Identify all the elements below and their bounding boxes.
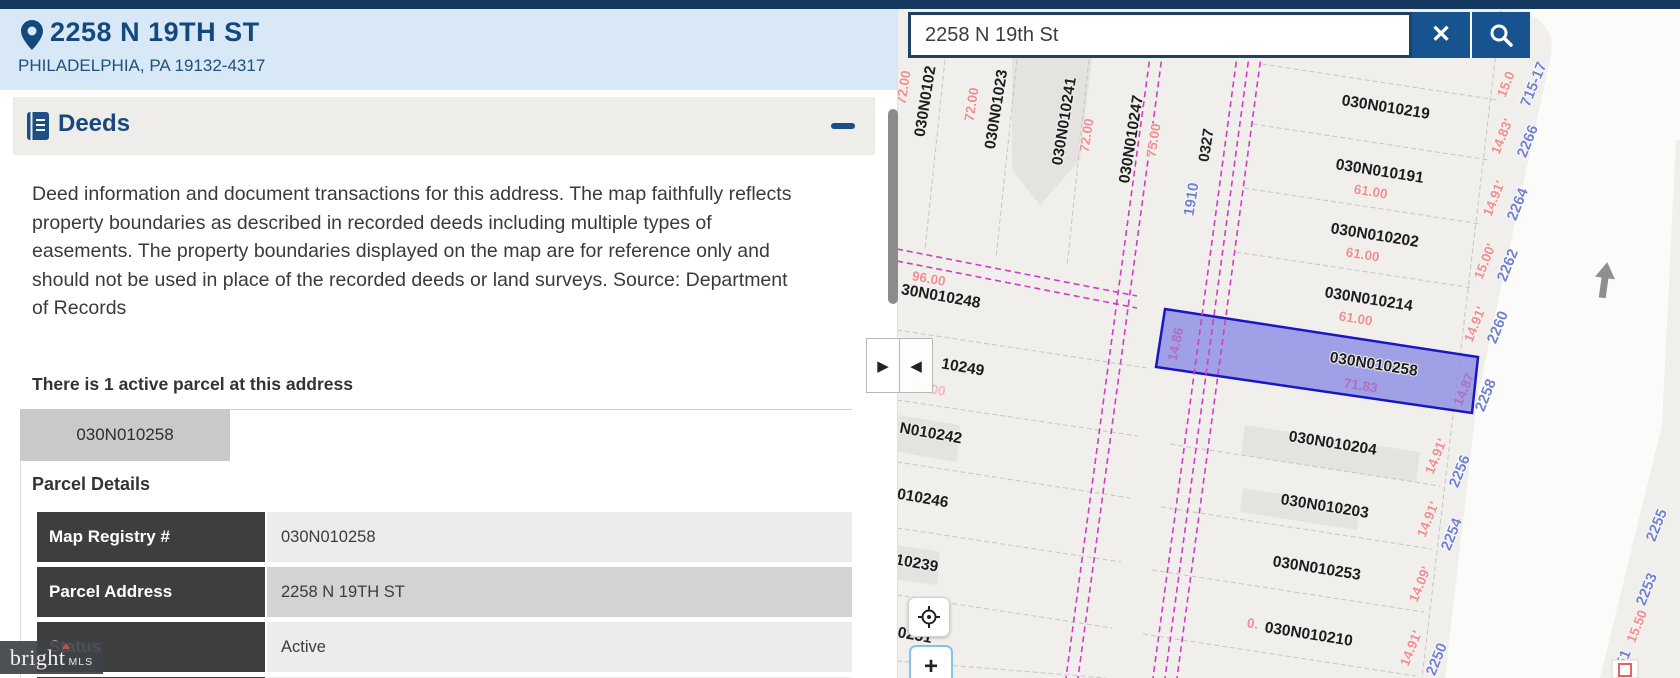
row-value: Active	[267, 622, 852, 672]
page-title: 2258 N 19TH ST	[50, 17, 260, 48]
brand-text: bright	[10, 645, 66, 671]
table-row: Map Registry # 030N010258	[37, 512, 852, 562]
details-panel: 2258 N 19TH ST PHILADELPHIA, PA 19132-43…	[0, 9, 898, 678]
chevron-left-icon: ◀	[910, 357, 922, 375]
top-navigation-bar	[0, 0, 1680, 9]
table-row: Parcel Address 2258 N 19TH ST	[37, 567, 852, 617]
row-label: Map Registry #	[37, 512, 265, 562]
row-label: Parcel Address	[37, 567, 265, 617]
table-row: Status Active	[37, 622, 852, 672]
search-input[interactable]	[908, 12, 1412, 58]
deeds-description: Deed information and document transactio…	[32, 180, 796, 323]
location-pin-icon	[21, 20, 43, 50]
zoom-in-button[interactable]: +	[909, 645, 953, 678]
parcel-details-heading: Parcel Details	[32, 474, 150, 495]
page-subtitle: PHILADELPHIA, PA 19132-4317	[18, 56, 265, 76]
active-parcel-text: There is 1 active parcel at this address	[32, 374, 353, 395]
close-icon: ✕	[1431, 23, 1451, 47]
deeds-section-title: Deeds	[58, 110, 130, 138]
tab-parcel-030N010258[interactable]: 030N010258	[20, 409, 230, 461]
expand-panel-button[interactable]: ▶	[866, 338, 900, 393]
brand-accent-icon	[62, 643, 70, 649]
clear-search-button[interactable]: ✕	[1412, 12, 1470, 58]
geolocate-button[interactable]	[908, 597, 950, 637]
deeds-section-header[interactable]: Deeds	[13, 97, 875, 155]
brand-suffix: MLS	[68, 656, 93, 668]
search-icon	[1488, 22, 1514, 48]
app-window: 030N010272.0072.00030N01023030N01024172.…	[0, 0, 1680, 678]
map-label: 0.	[1246, 615, 1259, 632]
row-value: 2258 N 19TH ST	[267, 567, 852, 617]
locate-icon	[917, 605, 941, 629]
panel-collapse-controls: ▶ ◀	[866, 338, 933, 393]
map-search-bar: ✕	[908, 12, 1530, 58]
parcel-map-svg[interactable]: 030N010272.0072.00030N01023030N01024172.…	[897, 9, 1680, 678]
search-button[interactable]	[1472, 12, 1530, 58]
map-canvas[interactable]: 030N010272.0072.00030N01023030N01024172.…	[897, 9, 1680, 678]
collapse-panel-button[interactable]: ◀	[900, 338, 933, 393]
book-icon	[27, 112, 49, 140]
plus-icon: +	[924, 653, 938, 678]
address-header: 2258 N 19TH ST PHILADELPHIA, PA 19132-43…	[0, 9, 897, 90]
chevron-right-icon: ▶	[877, 357, 889, 375]
brightmls-watermark: bright MLS	[0, 641, 103, 674]
row-value: 030N010258	[267, 512, 852, 562]
map-attribution-icon[interactable]	[1612, 660, 1638, 678]
panel-scrollbar[interactable]	[888, 109, 898, 304]
collapse-section-icon[interactable]	[831, 123, 855, 129]
